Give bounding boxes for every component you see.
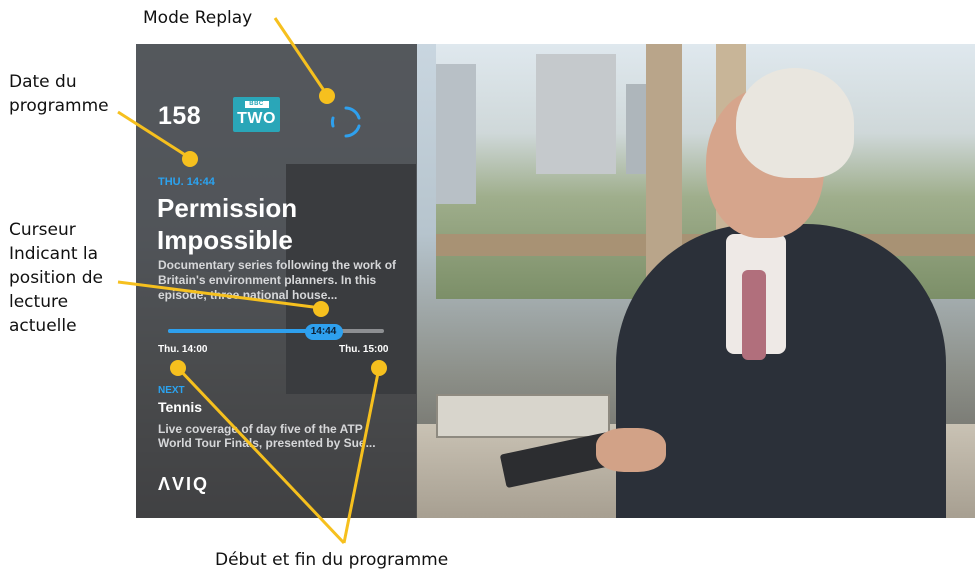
tv-screen: 158 BBC TWO THU. 14:44 Permission Imposs… xyxy=(136,44,975,518)
progress-track[interactable] xyxy=(168,329,384,333)
program-description: Documentary series following the work of… xyxy=(158,258,397,302)
program-start-time: Thu. 14:00 xyxy=(158,344,208,355)
annotation-program-date: Date du programme xyxy=(9,72,109,116)
next-program-title: Tennis xyxy=(158,399,203,415)
paper-tray xyxy=(436,394,610,438)
channel-logo-two: TWO xyxy=(237,110,276,127)
next-program-description: Live coverage of day five of the ATP Wor… xyxy=(158,422,376,450)
replay-spinner-icon xyxy=(330,106,361,138)
program-end-time: Thu. 15:00 xyxy=(339,344,389,355)
channel-logo: BBC TWO xyxy=(233,97,280,132)
annotation-program-span: Début et fin du programme xyxy=(215,550,449,570)
program-title: Permission Impossible xyxy=(157,193,298,255)
channel-number: 158 xyxy=(158,102,202,130)
building xyxy=(536,54,616,174)
annotation-cursor: Curseur Indicant la position de lecture … xyxy=(9,220,103,336)
program-start-label: THU. 14:44 xyxy=(158,176,215,188)
program-info-panel: 158 BBC TWO THU. 14:44 Permission Imposs… xyxy=(136,44,417,518)
annotation-replay-mode: Mode Replay xyxy=(143,8,253,28)
progress-fill xyxy=(168,329,324,333)
channel-logo-bbc: BBC xyxy=(244,101,269,108)
person-hair xyxy=(736,68,854,178)
next-label: NEXT xyxy=(158,385,185,396)
building xyxy=(436,64,476,204)
aviq-logo: ΛVIQ xyxy=(158,474,210,494)
person-hand xyxy=(596,428,666,472)
playback-cursor[interactable]: 14:44 xyxy=(304,324,343,340)
person-tie xyxy=(742,270,766,360)
